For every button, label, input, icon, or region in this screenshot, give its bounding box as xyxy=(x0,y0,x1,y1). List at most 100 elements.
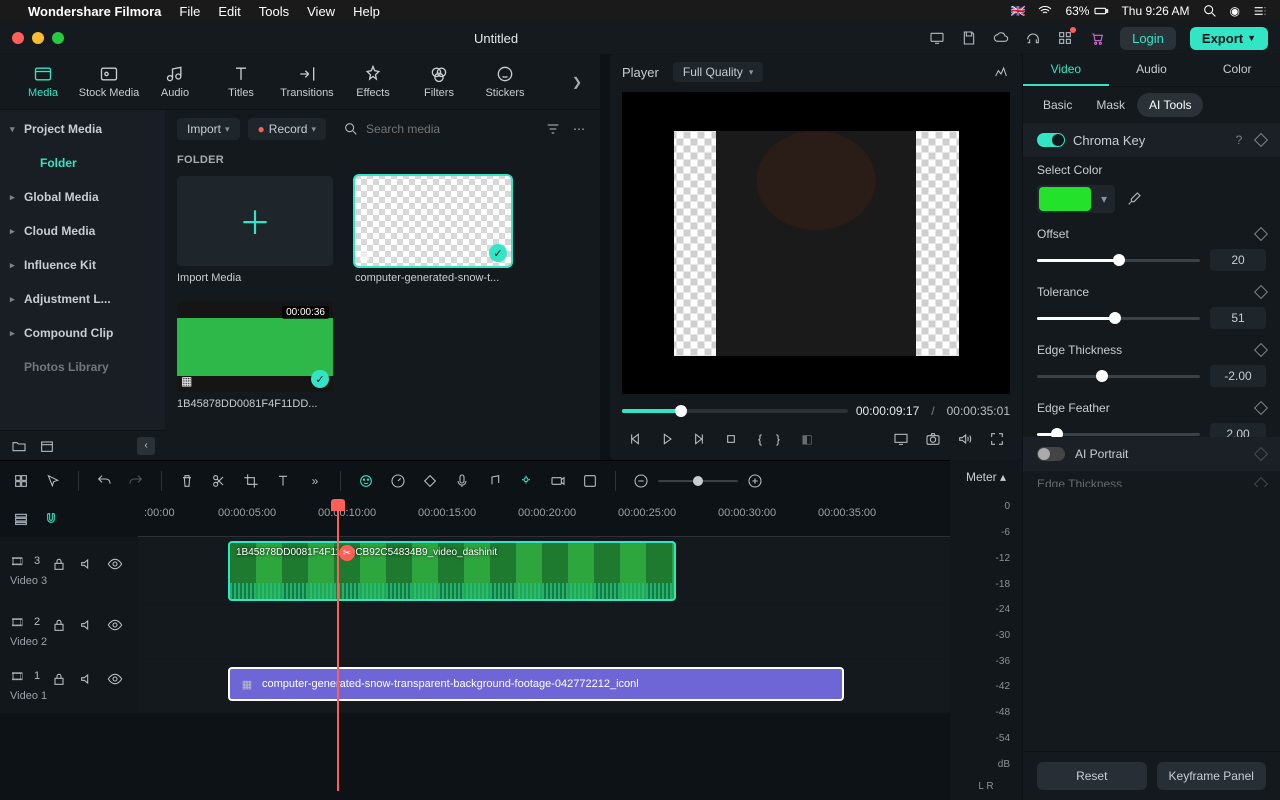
next-frame-button[interactable] xyxy=(690,430,708,448)
prop-subtab-basic[interactable]: Basic xyxy=(1031,93,1084,117)
playhead[interactable] xyxy=(337,501,339,791)
apps-icon[interactable] xyxy=(1056,29,1074,47)
tolerance-value[interactable]: 51 xyxy=(1210,307,1266,329)
flag-icon[interactable]: 🇬🇧 xyxy=(1010,4,1025,18)
prev-frame-button[interactable] xyxy=(626,430,644,448)
zoom-slider[interactable] xyxy=(658,480,738,483)
app-name[interactable]: Wondershare Filmora xyxy=(28,4,161,19)
keyframe-diamond-icon[interactable] xyxy=(1254,401,1268,415)
cart-icon[interactable] xyxy=(1088,29,1106,47)
export-button[interactable]: Export▼ xyxy=(1190,27,1268,50)
redo-icon[interactable] xyxy=(127,472,145,490)
zoom-out-button[interactable] xyxy=(632,472,650,490)
clock[interactable]: Thu 9:26 AM xyxy=(1121,4,1189,18)
battery-status[interactable]: 63% xyxy=(1065,3,1109,19)
more-icon[interactable]: ⋯ xyxy=(570,120,588,138)
sidebar-item-global-media[interactable]: ▸Global Media xyxy=(0,180,165,214)
keyframe-icon[interactable] xyxy=(421,472,439,490)
menu-help[interactable]: Help xyxy=(353,4,380,19)
menu-file[interactable]: File xyxy=(179,4,200,19)
track-manager-icon[interactable] xyxy=(12,510,30,528)
lock-icon[interactable] xyxy=(50,616,68,634)
prop-subtab-aitools[interactable]: AI Tools xyxy=(1137,93,1203,117)
timeline-clip-greenscreen[interactable]: 1B45878DD0081F4F11DDCB92C54834B9_video_d… xyxy=(228,541,676,601)
compare-icon[interactable]: ◧ xyxy=(798,430,816,448)
scopes-icon[interactable] xyxy=(992,63,1010,81)
track-head-video2[interactable]: 🎞2 Video 2 xyxy=(0,605,138,658)
collapse-sidebar-button[interactable]: ‹ xyxy=(137,437,155,455)
keyframe-diamond-icon[interactable] xyxy=(1254,285,1268,299)
timeline-clip-snow[interactable]: ▦ computer-generated-snow-transparent-ba… xyxy=(228,667,844,701)
crop-icon[interactable] xyxy=(242,472,260,490)
tab-effects[interactable]: Effects xyxy=(340,64,406,99)
layout-icon[interactable] xyxy=(12,472,30,490)
prop-tab-audio[interactable]: Audio xyxy=(1109,54,1195,86)
search-input[interactable] xyxy=(366,122,536,136)
sidebar-item-adjustment[interactable]: ▸Adjustment L... xyxy=(0,282,165,316)
delete-icon[interactable] xyxy=(178,472,196,490)
edge-thickness-slider[interactable] xyxy=(1037,375,1200,378)
text-icon[interactable] xyxy=(274,472,292,490)
control-center-icon[interactable] xyxy=(1252,3,1268,19)
player-quality-dropdown[interactable]: Full Quality▾ xyxy=(673,62,764,82)
track-head-video3[interactable]: 🎞3 Video 3 xyxy=(0,537,138,604)
prop-tab-video[interactable]: Video xyxy=(1023,54,1109,86)
tab-media[interactable]: Media xyxy=(10,64,76,99)
current-timecode[interactable]: 00:00:09:17 xyxy=(856,404,919,418)
display-out-icon[interactable] xyxy=(892,430,910,448)
hide-icon[interactable] xyxy=(106,555,124,573)
tab-stickers[interactable]: Stickers xyxy=(472,64,538,99)
stop-button[interactable] xyxy=(722,430,740,448)
meter-toggle[interactable]: Meter ▴ xyxy=(950,460,1022,494)
timeline-ruler[interactable]: :00:00 00:00:05:00 00:00:10:00 00:00:15:… xyxy=(138,501,950,537)
window-controls[interactable] xyxy=(12,32,64,44)
sidebar-item-cloud-media[interactable]: ▸Cloud Media xyxy=(0,214,165,248)
max-window-button[interactable] xyxy=(52,32,64,44)
keyframe-diamond-icon[interactable] xyxy=(1254,343,1268,357)
sidebar-item-project-media[interactable]: ▾Project Media xyxy=(0,112,165,146)
edge-feather-value[interactable]: 2.00 xyxy=(1210,423,1266,437)
tab-filters[interactable]: Filters xyxy=(406,64,472,99)
import-dropdown[interactable]: Import▾ xyxy=(177,118,240,140)
siri-icon[interactable]: ◉ xyxy=(1230,4,1240,18)
spotlight-icon[interactable] xyxy=(1202,3,1218,19)
chroma-key-toggle[interactable] xyxy=(1037,133,1065,147)
undo-icon[interactable] xyxy=(95,472,113,490)
fullscreen-icon[interactable] xyxy=(988,430,1006,448)
menu-edit[interactable]: Edit xyxy=(218,4,240,19)
lock-icon[interactable] xyxy=(50,670,68,688)
hide-icon[interactable] xyxy=(106,616,124,634)
ai-icon[interactable] xyxy=(357,472,375,490)
prop-tab-color[interactable]: Color xyxy=(1194,54,1280,86)
eyedropper-icon[interactable] xyxy=(1125,190,1143,208)
menu-view[interactable]: View xyxy=(307,4,335,19)
keyframe-panel-button[interactable]: Keyframe Panel xyxy=(1157,762,1267,790)
edge-thickness-value[interactable]: -2.00 xyxy=(1210,365,1266,387)
display-icon[interactable] xyxy=(928,29,946,47)
mute-icon[interactable] xyxy=(78,670,96,688)
tab-stock-media[interactable]: Stock Media xyxy=(76,64,142,99)
section-chroma-key[interactable]: Chroma Key ? xyxy=(1023,123,1280,157)
edge-feather-slider[interactable] xyxy=(1037,433,1200,436)
cloud-icon[interactable] xyxy=(992,29,1010,47)
mute-icon[interactable] xyxy=(78,555,96,573)
min-window-button[interactable] xyxy=(32,32,44,44)
menu-tools[interactable]: Tools xyxy=(259,4,289,19)
render-icon[interactable] xyxy=(581,472,599,490)
player-viewport[interactable] xyxy=(622,92,1010,394)
more-tools-icon[interactable]: » xyxy=(306,472,324,490)
playback-scrubber[interactable] xyxy=(622,409,848,413)
marker-icon[interactable] xyxy=(517,472,535,490)
keyframe-diamond-icon[interactable] xyxy=(1254,133,1268,147)
tolerance-slider[interactable] xyxy=(1037,317,1200,320)
mark-in-button[interactable]: { xyxy=(758,432,762,446)
save-icon[interactable] xyxy=(960,29,978,47)
section-ai-portrait[interactable]: AI Portrait xyxy=(1023,437,1280,471)
mute-icon[interactable] xyxy=(78,616,96,634)
wifi-icon[interactable] xyxy=(1037,3,1053,19)
headphones-icon[interactable] xyxy=(1024,29,1042,47)
mark-out-button[interactable]: } xyxy=(776,432,780,446)
sort-icon[interactable] xyxy=(544,120,562,138)
close-window-button[interactable] xyxy=(12,32,24,44)
volume-icon[interactable] xyxy=(956,430,974,448)
